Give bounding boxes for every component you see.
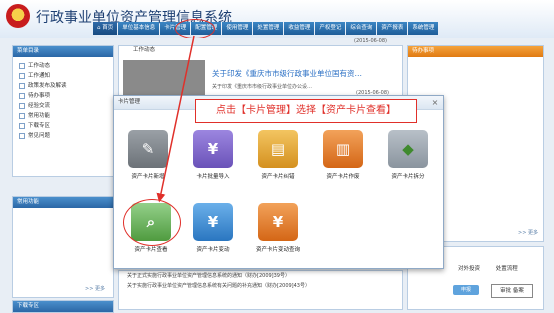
guide-arrow-icon xyxy=(156,35,195,203)
